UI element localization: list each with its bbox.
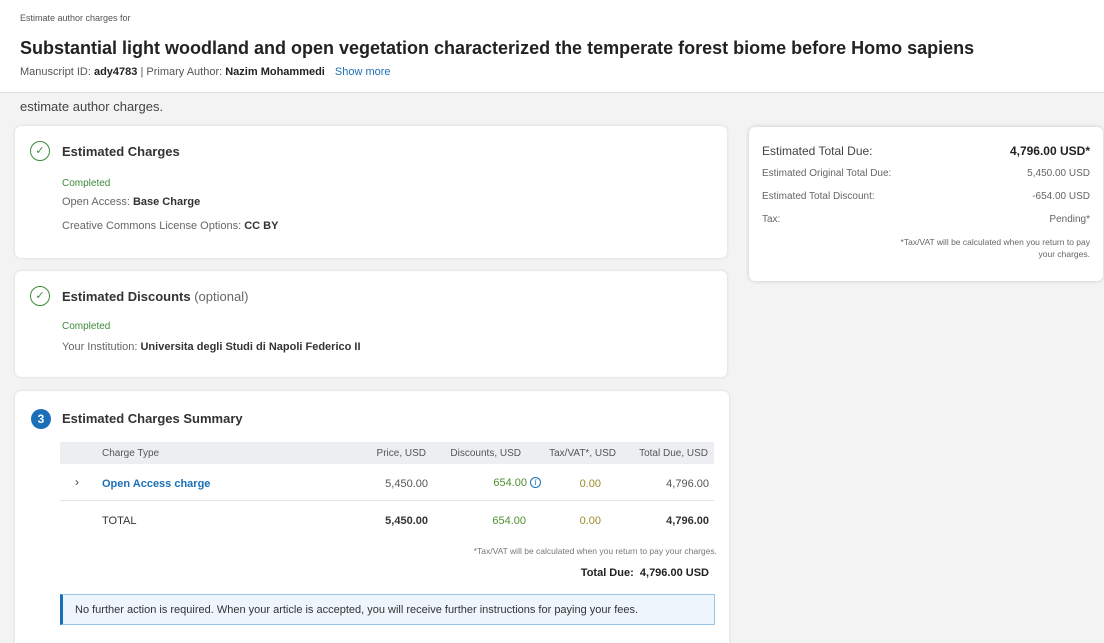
total-due-line: Total Due: 4,796.00 USD [581, 567, 709, 579]
summary-discount-row: Estimated Total Discount: -654.00 USD [762, 191, 1090, 202]
discounts-title-text: Estimated Discounts [62, 289, 191, 304]
estimated-discounts-title: Estimated Discounts (optional) [62, 289, 248, 304]
row-price: 5,450.00 [385, 478, 428, 490]
institution-label: Your Institution: [62, 341, 141, 353]
summary-total-due-label: Estimated Total Due: [762, 144, 873, 158]
summary-original-row: Estimated Original Total Due: 5,450.00 U… [762, 168, 1090, 179]
summary-tax-note: *Tax/VAT will be calculated when you ret… [900, 237, 1090, 259]
estimated-total-summary: Estimated Total Due: 4,796.00 USD* Estim… [749, 127, 1103, 281]
total-row-label: TOTAL [102, 515, 137, 527]
row-tax: 0.00 [579, 478, 601, 490]
charges-status: Completed [62, 178, 111, 189]
charges-summary-title: Estimated Charges Summary [62, 411, 243, 426]
summary-original-label: Estimated Original Total Due: [762, 168, 892, 179]
institution-line: Your Institution: Universita degli Studi… [62, 341, 361, 353]
total-total: 4,796.00 [666, 515, 709, 527]
completed-check-icon: ✓ [30, 141, 50, 161]
open-access-label: Open Access: [62, 196, 133, 208]
charges-summary-card: 3 Estimated Charges Summary Charge Type … [15, 391, 729, 643]
table-header: Charge Type Price, USD Discounts, USD Ta… [60, 442, 714, 464]
page-title: Substantial light woodland and open vege… [20, 38, 975, 58]
summary-total-due-value: 4,796.00 USD* [1009, 144, 1090, 158]
row-total: 4,796.00 [666, 478, 709, 490]
summary-tax-row: Tax: Pending* [762, 214, 1090, 225]
estimated-charges-title: Estimated Charges [62, 144, 180, 159]
summary-total-due-row: Estimated Total Due: 4,796.00 USD* [762, 144, 1090, 158]
info-notice: No further action is required. When your… [60, 594, 715, 625]
author-label: | Primary Author: [137, 66, 226, 78]
row-discount: 654.00 i [493, 477, 541, 489]
completed-check-icon: ✓ [30, 286, 50, 306]
info-icon[interactable]: i [530, 477, 541, 488]
summary-discount-value: -654.00 USD [1032, 191, 1090, 202]
col-discounts: Discounts, USD [450, 448, 521, 459]
license-value: CC BY [244, 220, 279, 232]
license-line: Creative Commons License Options: CC BY [62, 220, 278, 232]
estimated-discounts-card: ✓ Estimated Discounts (optional) Complet… [15, 271, 727, 377]
open-access-value: Base Charge [132, 196, 201, 208]
total-due-value: 4,796.00 USD [639, 567, 709, 579]
summary-tax-label: Tax: [762, 214, 781, 225]
page-header: Estimate author charges for Substantial … [0, 0, 1104, 93]
summary-original-value: 5,450.00 USD [1027, 168, 1090, 179]
discounts-status: Completed [62, 321, 111, 332]
col-charge-type: Charge Type [102, 448, 160, 459]
summary-discount-label: Estimated Total Discount: [762, 191, 875, 202]
estimated-charges-card: ✓ Estimated Charges Completed Open Acces… [15, 126, 727, 258]
summary-tax-value: Pending* [1049, 214, 1090, 225]
manuscript-id-label: Manuscript ID: [20, 66, 94, 78]
col-price: Price, USD [376, 448, 426, 459]
total-due-label: Total Due: [580, 567, 634, 579]
table-divider [60, 500, 714, 501]
step-number-badge: 3 [31, 409, 51, 429]
open-access-charge-link[interactable]: Open Access charge [102, 478, 210, 490]
total-discount: 654.00 [492, 515, 526, 527]
institution-value: Universita degli Studi di Napoli Federic… [140, 341, 361, 353]
optional-tag: (optional) [194, 289, 249, 304]
tax-note: *Tax/VAT will be calculated when you ret… [473, 546, 717, 556]
intro-text: estimate author charges. [20, 99, 164, 114]
row-discount-value: 654.00 [493, 477, 527, 489]
expand-row-chevron-icon[interactable]: › [75, 475, 79, 489]
col-total-due: Total Due, USD [639, 448, 708, 459]
total-price: 5,450.00 [385, 515, 428, 527]
open-access-line: Open Access: Base Charge [62, 196, 200, 208]
manuscript-id: ady4783 [93, 66, 138, 78]
show-more-link[interactable]: Show more [335, 66, 391, 78]
total-tax: 0.00 [579, 515, 601, 527]
manuscript-meta: Manuscript ID: ady4783 | Primary Author:… [20, 66, 391, 78]
license-label: Creative Commons License Options: [62, 220, 245, 232]
header-eyebrow: Estimate author charges for [20, 13, 131, 23]
primary-author: Nazim Mohammedi [225, 66, 325, 78]
col-tax: Tax/VAT*, USD [549, 448, 616, 459]
